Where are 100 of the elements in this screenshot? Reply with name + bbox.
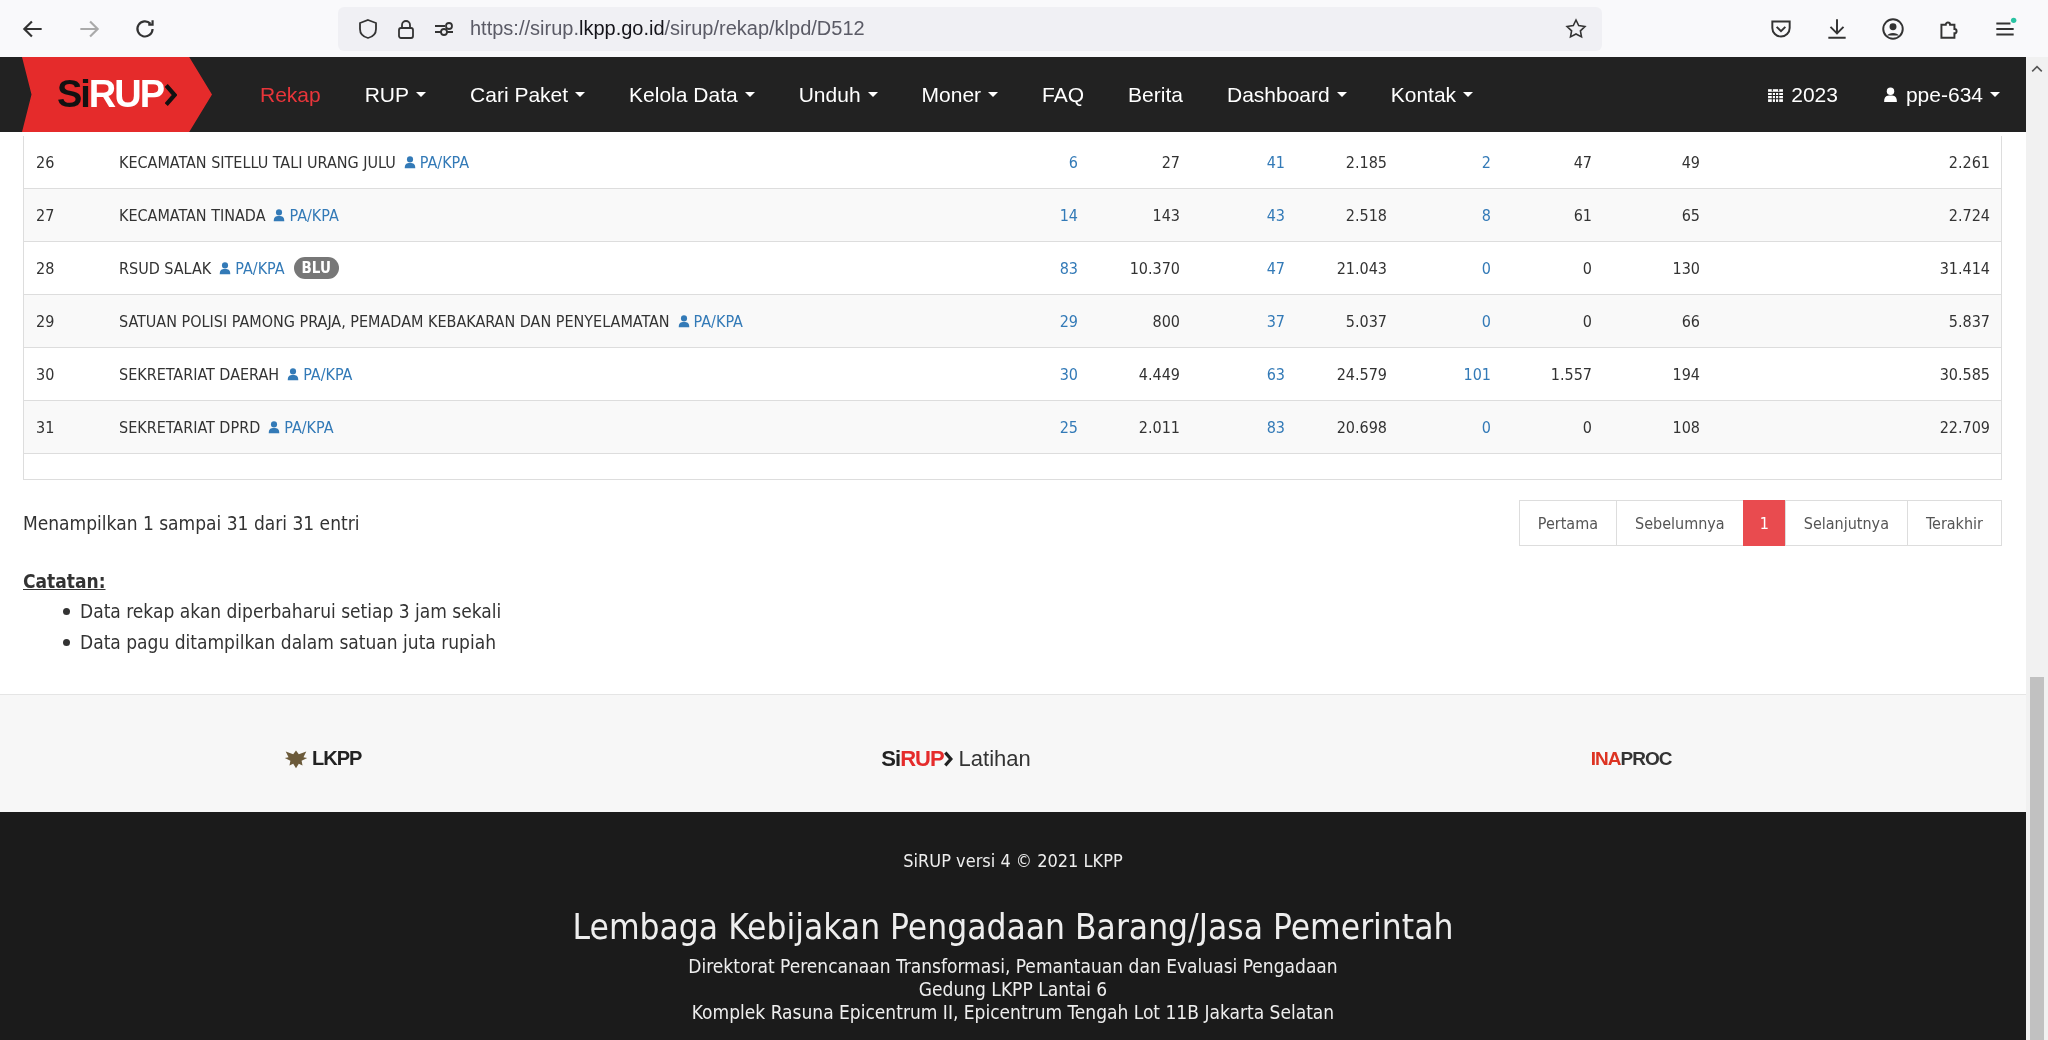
scroll-up-icon[interactable]: [2031, 65, 2043, 73]
account-icon[interactable]: [1880, 15, 1906, 42]
address-line: Gedung LKPP Lantai 6: [918, 978, 1108, 1001]
notes-title: Catatan:: [23, 570, 106, 592]
role-link[interactable]: PA/KPA: [218, 258, 285, 278]
table-cell: 30.585: [1939, 364, 1990, 384]
table-cell: 194: [1672, 364, 1700, 384]
row-number: 30: [36, 364, 56, 384]
count-link[interactable]: 30: [1059, 364, 1078, 384]
nav-link[interactable]: Kelola Data: [607, 82, 777, 107]
user-icon: [1881, 86, 1899, 103]
user-icon: [267, 420, 282, 434]
count-link[interactable]: 8: [1481, 205, 1491, 225]
sirup-logo[interactable]: SiRUP: [22, 57, 212, 132]
table-cell: 66: [1681, 311, 1700, 331]
address-bar[interactable]: https://sirup.lkpp.go.id/sirup/rekap/klpd/D512: [338, 6, 1602, 51]
row-number: 28: [36, 258, 56, 278]
count-link[interactable]: 83: [1059, 258, 1078, 278]
unit-name: SEKRETARIAT DAERAH: [119, 364, 280, 384]
pagination-button[interactable]: 1: [1742, 500, 1786, 546]
pagination-button[interactable]: Pertama: [1518, 500, 1617, 546]
role-link[interactable]: PA/KPA: [286, 364, 353, 384]
count-link[interactable]: 63: [1266, 364, 1285, 384]
nav-link[interactable]: RUP: [342, 82, 449, 107]
bullet-icon: [63, 639, 70, 646]
nav-link[interactable]: Dashboard: [1204, 82, 1369, 107]
user-icon: [676, 314, 691, 328]
table-cell: 0: [1582, 417, 1592, 437]
table-cell: 143: [1152, 205, 1180, 225]
caret-icon: [1990, 92, 2000, 97]
user-icon: [218, 261, 233, 275]
table-cell: 5.037: [1345, 311, 1387, 331]
table-cell: 5.837: [1948, 311, 1990, 331]
table-cell: 0: [1582, 311, 1592, 331]
count-link[interactable]: 14: [1059, 205, 1078, 225]
unit-name: RSUD SALAK: [119, 258, 212, 278]
nav-link[interactable]: Moner: [899, 82, 1021, 107]
nav-link[interactable]: Cari Paket: [448, 82, 608, 107]
count-link[interactable]: 6: [1068, 152, 1078, 172]
note-text: Data rekap akan diperbaharui setiap 3 jam sekali: [80, 599, 502, 624]
user-menu[interactable]: ppe-634: [1859, 82, 2022, 107]
nav-link[interactable]: Kontak: [1368, 82, 1496, 107]
count-link[interactable]: 0: [1481, 258, 1491, 278]
table-cell: 20.698: [1336, 417, 1387, 437]
count-link[interactable]: 47: [1266, 258, 1285, 278]
nav-link[interactable]: Rekap: [238, 82, 343, 107]
count-link[interactable]: 0: [1481, 311, 1491, 331]
nav-link[interactable]: Unduh: [776, 82, 900, 107]
inaproc-logo: INAPROC: [1590, 747, 1672, 770]
address-line: Komplek Rasuna Epicentrum II, Epicentrum Tengah Lot 11B Jakarta Selatan: [691, 1001, 1335, 1024]
year-menu[interactable]: 2023: [1745, 82, 1860, 107]
role-link[interactable]: PA/KPA: [676, 311, 743, 331]
table-cell: 24.579: [1336, 364, 1387, 384]
count-link[interactable]: 41: [1266, 152, 1285, 172]
address-line: Direktorat Perencanaan Transformasi, Pemantauan dan Evaluasi Pengadaan: [688, 955, 1338, 978]
table-cell: 800: [1152, 311, 1180, 331]
row-number: 31: [36, 417, 56, 437]
scrollbar[interactable]: [2026, 57, 2048, 1040]
entries-info: Menampilkan 1 sampai 31 dari 31 entri: [23, 512, 360, 534]
count-link[interactable]: 83: [1266, 417, 1285, 437]
table-cell: 2.261: [1948, 152, 1990, 172]
star-icon[interactable]: [1564, 16, 1588, 41]
role-link[interactable]: PA/KPA: [267, 417, 334, 437]
count-link[interactable]: 29: [1059, 311, 1078, 331]
count-link[interactable]: 101: [1463, 364, 1491, 384]
note-text: Data pagu ditampilkan dalam satuan juta rupiah: [80, 630, 496, 655]
copyright-text: SiRUP versi 4 © 2021 LKPP: [903, 850, 1123, 871]
count-link[interactable]: 43: [1266, 205, 1285, 225]
sirup-latihan-logo: SiRUP Latihan: [881, 745, 1031, 772]
row-number: 29: [36, 311, 56, 331]
count-link[interactable]: 0: [1481, 417, 1491, 437]
status-badge: BLU: [293, 257, 339, 279]
table-cell: 10.370: [1129, 258, 1180, 278]
scroll-thumb[interactable]: [2030, 677, 2044, 1040]
table-cell: 2.185: [1345, 152, 1387, 172]
role-link[interactable]: PA/KPA: [272, 205, 339, 225]
count-link[interactable]: 2: [1481, 152, 1491, 172]
pagination-button[interactable]: Terakhir: [1906, 500, 2002, 546]
table-cell: 0: [1582, 258, 1592, 278]
table-cell: 4.449: [1138, 364, 1180, 384]
table-cell: 21.043: [1336, 258, 1387, 278]
footer-title: Lembaga Kebijakan Pengadaan Barang/Jasa Pemerintah: [572, 907, 1454, 947]
table-cell: 47: [1573, 152, 1592, 172]
table-cell: 61: [1573, 205, 1592, 225]
user-icon: [272, 208, 287, 222]
unit-name: SATUAN POLISI PAMONG PRAJA, PEMADAM KEBAKARAN DAN PENYELAMATAN: [119, 311, 670, 331]
nav-link[interactable]: Berita: [1106, 82, 1205, 107]
lkpp-logo: LKPP: [282, 746, 362, 771]
row-number: 27: [36, 205, 56, 225]
count-link[interactable]: 37: [1266, 311, 1285, 331]
table-cell: 2.724: [1948, 205, 1990, 225]
role-link[interactable]: PA/KPA: [402, 152, 470, 172]
count-link[interactable]: 25: [1059, 417, 1078, 437]
nav-link[interactable]: FAQ: [1020, 82, 1107, 107]
table-cell: 2.011: [1138, 417, 1180, 437]
unit-name: SEKRETARIAT DPRD: [119, 417, 261, 437]
pagination-button[interactable]: Selanjutnya: [1784, 500, 1908, 546]
table-cell: 1.557: [1550, 364, 1592, 384]
unit-name: KECAMATAN TINADA: [119, 205, 266, 225]
unit-name: KECAMATAN SITELLU TALI URANG JULU: [119, 152, 396, 172]
